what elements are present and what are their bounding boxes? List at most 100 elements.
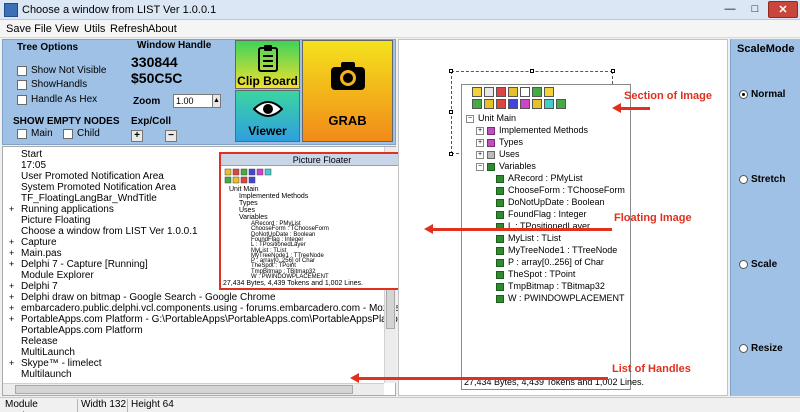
menu-about[interactable]: About: [148, 23, 177, 35]
minimize-button[interactable]: —: [718, 1, 742, 18]
maximize-button[interactable]: □: [743, 1, 767, 18]
tool-icon: [472, 87, 482, 97]
status-bar: Module Explorer Width 132 Height 64: [0, 397, 800, 412]
annotation-arrow: [612, 103, 650, 113]
selection-handle[interactable]: [530, 69, 534, 73]
scale-mode-panel: ScaleMode Normal Stretch Scale Resize: [730, 39, 800, 396]
uses-icon: [487, 151, 495, 159]
tool-icon: [508, 87, 518, 97]
show-handls-label: ShowHandls: [31, 79, 88, 90]
list-expander[interactable]: +: [9, 359, 14, 368]
show-handls-checkbox[interactable]: [17, 80, 27, 90]
eye-icon: [253, 101, 283, 117]
menu-view[interactable]: View: [55, 23, 79, 35]
tree-variable: ChooseForm : TChooseForm: [508, 185, 625, 195]
grab-button[interactable]: GRAB: [302, 40, 393, 142]
picture-floater[interactable]: Picture Floater Unit Main Implemented Met…: [219, 152, 425, 290]
show-not-visible-checkbox[interactable]: [17, 66, 27, 76]
menu-refresh[interactable]: Refresh: [110, 23, 149, 35]
captured-image: − Unit Main + Implemented Methods + Type…: [461, 84, 644, 390]
tree-variable: DoNotUpDate : Boolean: [508, 197, 605, 207]
tree-variable: TheSpot : TPoint: [508, 269, 576, 279]
resize-label: Resize: [751, 343, 783, 354]
handle-as-hex-checkbox[interactable]: [17, 95, 27, 105]
horizontal-scroll-thumb[interactable]: [15, 385, 353, 394]
tree-variables: Variables: [499, 161, 536, 171]
tree-expander: +: [476, 139, 484, 147]
selection-handle[interactable]: [611, 69, 615, 73]
variable-icon: [496, 295, 504, 303]
list-expander[interactable]: +: [9, 315, 14, 324]
tree-variable: TmpBitmap : TBitmap32: [508, 281, 605, 291]
viewer-button[interactable]: Viewer: [235, 90, 300, 142]
handle-as-hex-label: Handle As Hex: [31, 94, 98, 105]
status-module: Module Explorer: [2, 399, 78, 412]
resize-radio[interactable]: [739, 344, 748, 353]
annotation-section: Section of Image: [624, 90, 713, 102]
floater-tree-line: Implemented Methods: [239, 193, 309, 200]
list-expander[interactable]: +: [9, 238, 14, 247]
floater-status: 27,434 Bytes, 4,439 Tokens and 1,002 Lin…: [223, 280, 363, 287]
tool-icon: [544, 87, 554, 97]
zoom-input[interactable]: [173, 94, 213, 108]
tree-expander: +: [476, 151, 484, 159]
list-expander[interactable]: +: [9, 260, 14, 269]
list-item[interactable]: Multilaunch: [21, 369, 72, 381]
list-expander[interactable]: +: [9, 293, 14, 302]
zoom-label: Zoom: [133, 96, 161, 107]
zoom-spinner[interactable]: ▲: [212, 94, 221, 108]
main-label: Main: [31, 128, 53, 139]
handle-hex: $50C5C: [131, 70, 183, 86]
annotation-arrow: [350, 373, 608, 383]
floater-tree-line: Variables: [239, 214, 268, 221]
clipboard-label: Clip Board: [237, 74, 298, 88]
methods-icon: [487, 127, 495, 135]
tool-icon: [508, 99, 518, 109]
grab-label: GRAB: [328, 113, 367, 128]
selection-handle[interactable]: [449, 110, 453, 114]
child-label: Child: [77, 128, 100, 139]
floater-tree-line: Unit Main: [229, 186, 259, 193]
child-checkbox[interactable]: [63, 129, 73, 139]
collapse-button[interactable]: −: [165, 130, 177, 142]
annotation-arrow: [424, 224, 612, 234]
viewer-label: Viewer: [248, 124, 287, 138]
close-button[interactable]: ✕: [768, 1, 798, 18]
exp-coll-label: Exp/Coll: [131, 116, 172, 127]
tool-icon: [520, 99, 530, 109]
scale-radio[interactable]: [739, 260, 748, 269]
tool-icon: [544, 99, 554, 109]
tool-icon: [496, 87, 506, 97]
selection-handle[interactable]: [449, 69, 453, 73]
variable-icon: [496, 187, 504, 195]
tree-variable: MyList : TList: [508, 233, 561, 243]
variable-icon: [496, 247, 504, 255]
list-expander[interactable]: +: [9, 249, 14, 258]
clipboard-icon: [258, 45, 278, 72]
list-expander[interactable]: +: [9, 282, 14, 291]
show-empty-nodes-label: SHOW EMPTY NODES: [13, 116, 120, 127]
horizontal-scrollbar[interactable]: [3, 383, 384, 395]
camera-icon: [331, 62, 365, 90]
tree-variable: FoundFlag : Integer: [508, 209, 587, 219]
list-expander[interactable]: +: [9, 205, 14, 214]
tree-options-title: Tree Options: [17, 42, 79, 53]
list-expander[interactable]: +: [9, 304, 14, 313]
stretch-radio[interactable]: [739, 175, 748, 184]
main-checkbox[interactable]: [17, 129, 27, 139]
menu-utils[interactable]: Utils: [84, 23, 105, 35]
expand-button[interactable]: +: [131, 130, 143, 142]
floater-toolbar-image: [224, 168, 272, 184]
selection-handle[interactable]: [449, 152, 453, 156]
menu-save-file[interactable]: Save File: [6, 23, 52, 35]
status-width: Width 132: [78, 399, 128, 412]
tool-icon: [484, 99, 494, 109]
normal-radio[interactable]: [739, 90, 748, 99]
tree-uses: Uses: [499, 149, 520, 159]
types-icon: [487, 139, 495, 147]
variables-icon: [487, 163, 495, 171]
annotation-floating: Floating Image: [614, 212, 692, 224]
show-not-visible-label: Show Not Visible: [31, 65, 107, 76]
tree-variable: W : PWINDOWPLACEMENT: [508, 293, 625, 303]
clipboard-button[interactable]: Clip Board: [235, 40, 300, 89]
